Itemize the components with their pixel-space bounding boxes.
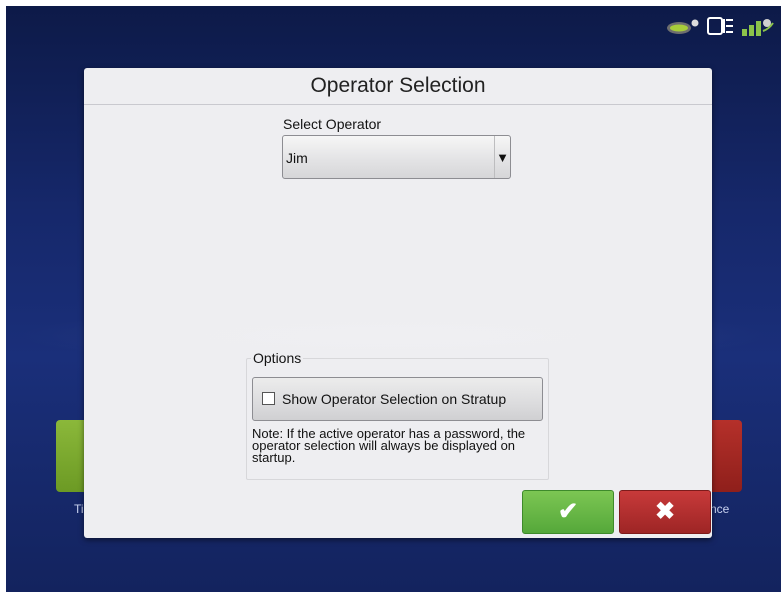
dropdown-arrow-icon[interactable]: ▼ (494, 136, 510, 178)
background-app-label: Ti (74, 502, 84, 516)
show-on-startup-checkbox[interactable] (262, 392, 275, 405)
operator-dropdown-value: Jim (286, 150, 308, 166)
checkmark-icon: ✔ (557, 498, 579, 525)
display-icon[interactable] (665, 12, 701, 42)
close-icon: ✖ (654, 498, 676, 525)
operator-dropdown[interactable]: Jim ▼ (282, 135, 511, 179)
dialog-title: Operator Selection (84, 68, 712, 105)
main-screen: Ti nce Operator Selection Select Operato… (6, 6, 781, 592)
confirm-button[interactable]: ✔ (522, 490, 614, 534)
show-on-startup-label: Show Operator Selection on Stratup (282, 391, 507, 407)
select-operator-label: Select Operator (283, 116, 382, 132)
gps-signal-icon[interactable] (741, 12, 775, 42)
cancel-button[interactable]: ✖ (619, 490, 711, 534)
status-bar (665, 12, 775, 42)
operator-selection-dialog: Operator Selection Select Operator Jim ▼… (84, 68, 712, 538)
options-label: Options (251, 350, 304, 366)
devices-icon[interactable] (707, 12, 735, 42)
password-note: Note: If the active operator has a passw… (252, 426, 526, 465)
show-on-startup-toggle[interactable]: Show Operator Selection on Stratup (252, 377, 543, 421)
background-app-label: nce (710, 502, 730, 516)
